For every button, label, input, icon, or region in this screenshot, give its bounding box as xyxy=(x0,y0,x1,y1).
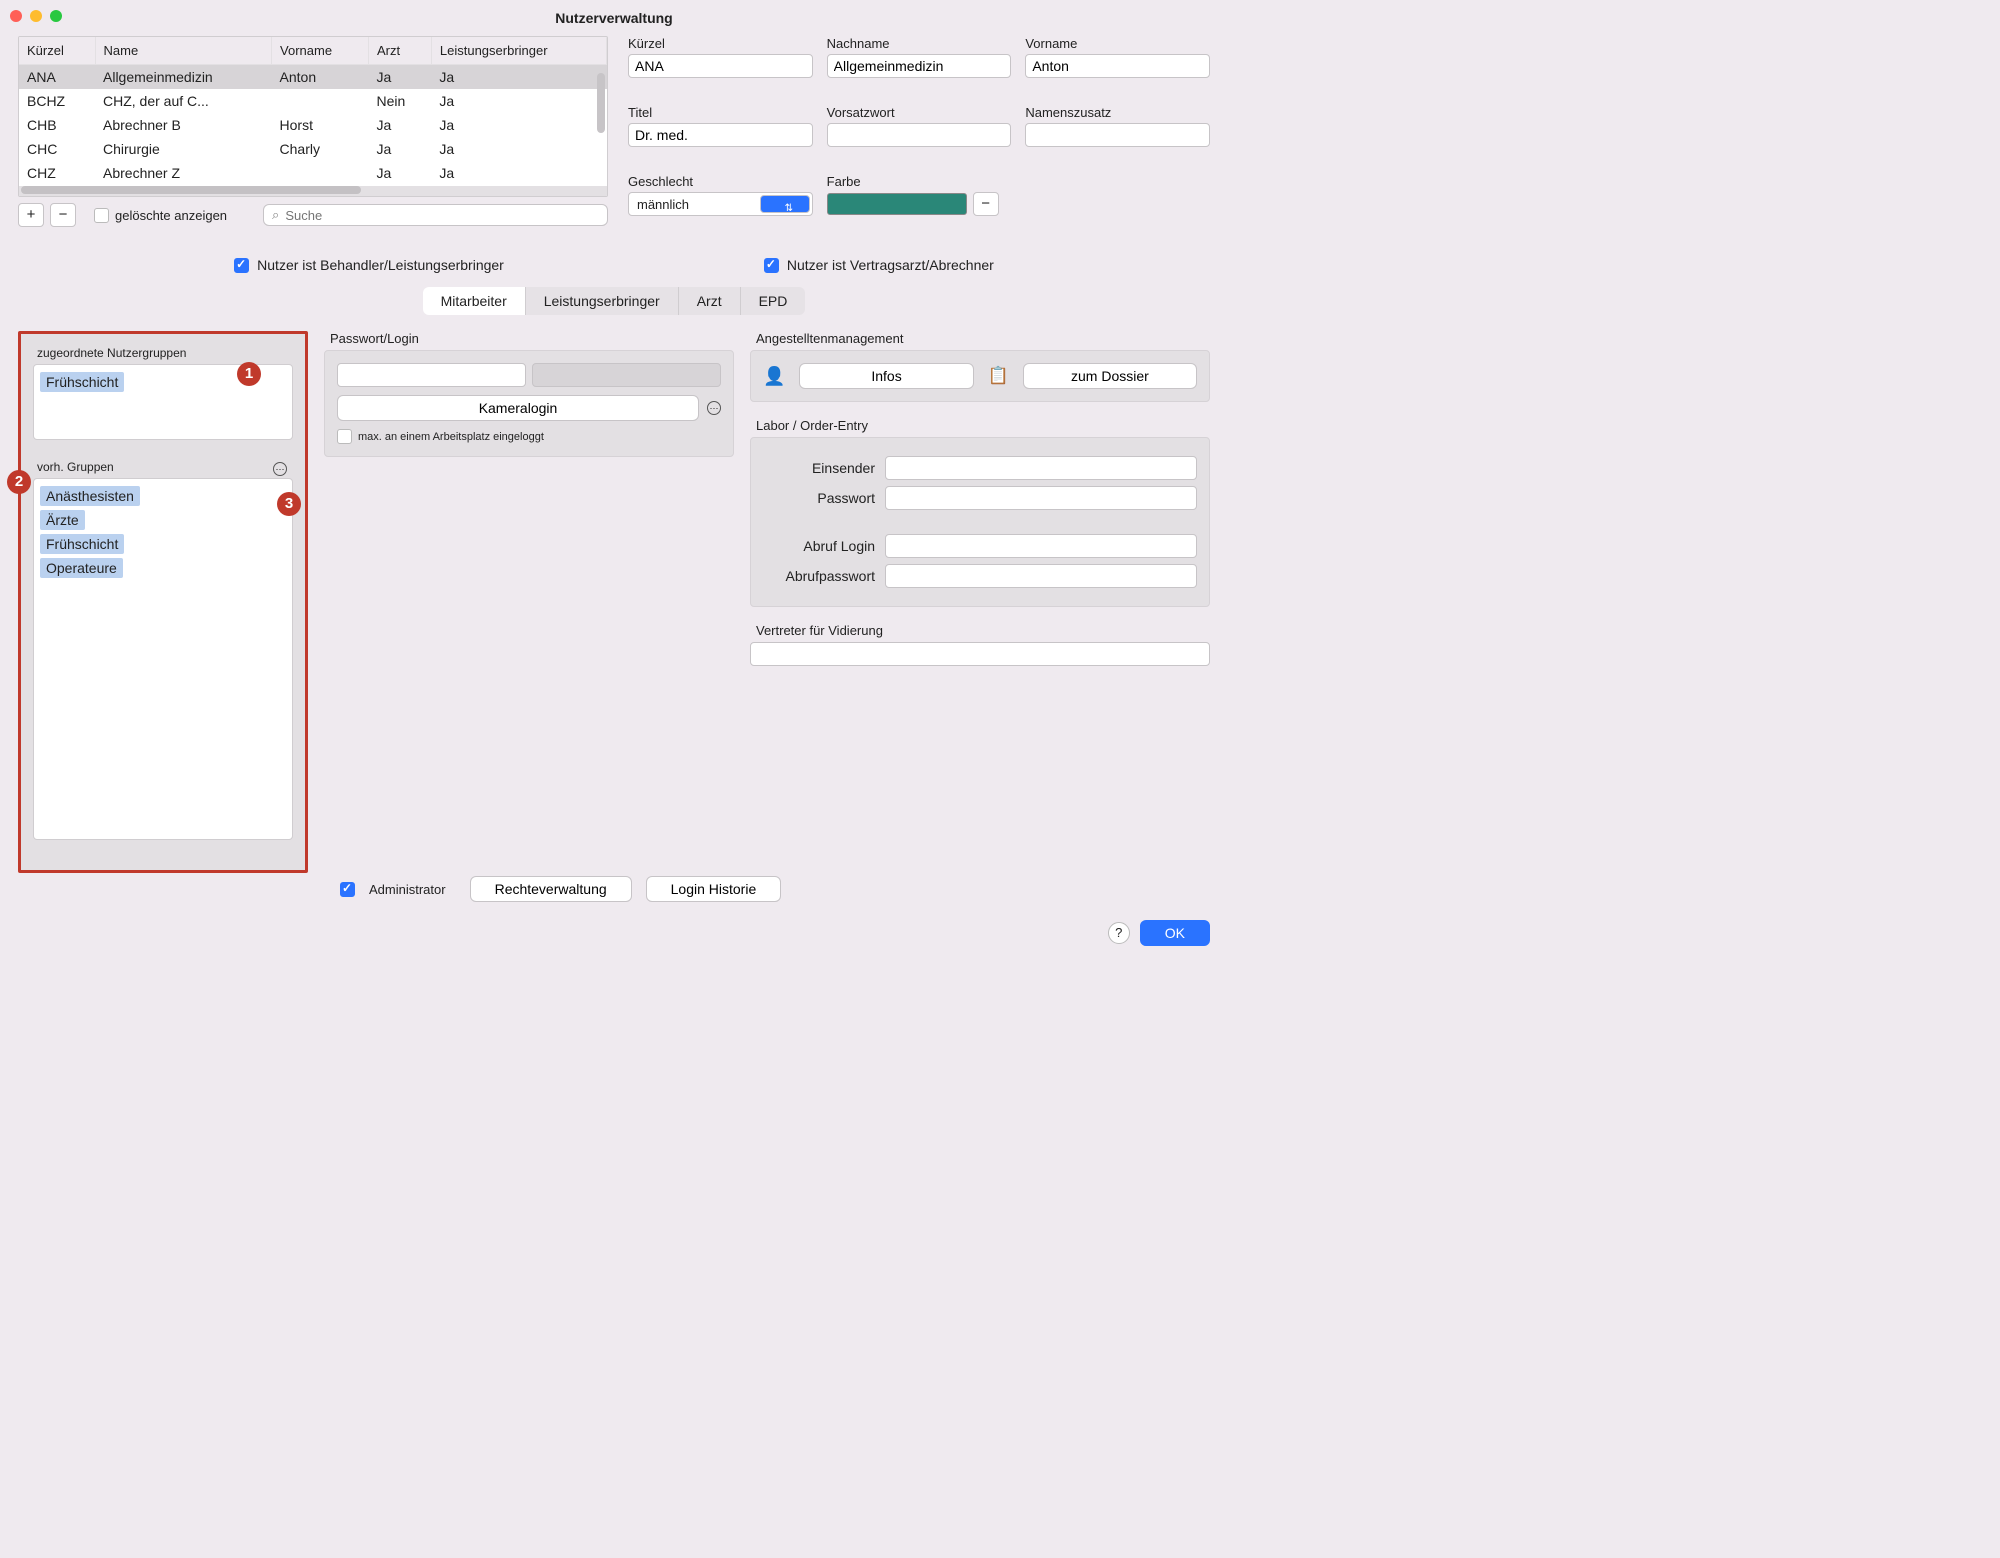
vertragsarzt-checkbox[interactable] xyxy=(764,258,779,273)
max-one-workplace-checkbox[interactable] xyxy=(337,429,352,444)
clipboard-icon: 📋 xyxy=(988,366,1009,386)
tab-arzt[interactable]: Arzt xyxy=(679,287,741,315)
scrollbar-horizontal[interactable] xyxy=(21,186,361,194)
column-header[interactable]: Kürzel xyxy=(19,37,95,65)
kameralogin-more-icon[interactable]: ⋯ xyxy=(707,401,721,415)
callout-1: 1 xyxy=(237,362,261,386)
login-field[interactable] xyxy=(337,363,526,387)
color-swatch[interactable] xyxy=(827,193,967,215)
help-button[interactable]: ? xyxy=(1108,922,1130,944)
callout-2: 2 xyxy=(7,470,31,494)
user-table[interactable]: KürzelNameVornameArztLeistungserbringer … xyxy=(18,36,608,197)
vorsatzwort-field[interactable] xyxy=(827,123,1012,147)
tab-mitarbeiter[interactable]: Mitarbeiter xyxy=(423,287,526,315)
table-row[interactable]: BCHZCHZ, der auf C...NeinJa xyxy=(19,89,607,113)
abruf-login-field[interactable] xyxy=(885,534,1197,558)
table-row[interactable]: ANAAllgemeinmedizinAntonJaJa xyxy=(19,65,607,90)
kameralogin-button[interactable]: Kameralogin xyxy=(337,395,699,421)
minimize-window[interactable] xyxy=(30,10,42,22)
geschlecht-picker[interactable]: männlich ⇅ xyxy=(628,192,813,216)
table-row[interactable]: CHBAbrechner BHorstJaJa xyxy=(19,113,607,137)
kuerzel-field[interactable] xyxy=(628,54,813,78)
show-deleted-label: gelöschte anzeigen xyxy=(115,208,227,223)
column-header[interactable]: Leistungserbringer xyxy=(431,37,606,65)
vertreter-field[interactable] xyxy=(750,642,1210,666)
table-row[interactable]: CHZAbrechner ZJaJa xyxy=(19,161,607,185)
column-header[interactable]: Name xyxy=(95,37,272,65)
namenszusatz-field[interactable] xyxy=(1025,123,1210,147)
chevron-updown-icon: ⇅ xyxy=(760,195,810,213)
administrator-checkbox[interactable] xyxy=(340,882,355,897)
remove-color-button[interactable]: − xyxy=(973,192,999,216)
group-item[interactable]: Frühschicht xyxy=(40,372,124,392)
nachname-field[interactable] xyxy=(827,54,1012,78)
labor-passwort-field[interactable] xyxy=(885,486,1197,510)
einsender-field[interactable] xyxy=(885,456,1197,480)
password-field[interactable] xyxy=(532,363,721,387)
ok-button[interactable]: OK xyxy=(1140,920,1210,946)
tab-leistungserbringer[interactable]: Leistungserbringer xyxy=(526,287,679,315)
available-groups-list[interactable]: Anästhesisten Ärzte Frühschicht Operateure xyxy=(33,478,293,840)
scrollbar-vertical[interactable] xyxy=(597,73,605,133)
group-item[interactable]: Ärzte xyxy=(40,510,85,530)
remove-user-button[interactable]: − xyxy=(50,203,76,227)
infos-button[interactable]: Infos xyxy=(799,363,973,389)
login-historie-button[interactable]: Login Historie xyxy=(646,876,782,902)
table-row[interactable]: CHCChirurgieCharlyJaJa xyxy=(19,137,607,161)
column-header[interactable]: Arzt xyxy=(368,37,431,65)
zum-dossier-button[interactable]: zum Dossier xyxy=(1023,363,1197,389)
assigned-groups-label: zugeordnete Nutzergruppen xyxy=(37,346,293,360)
window-title: Nutzerverwaltung xyxy=(0,0,1228,36)
group-item[interactable]: Operateure xyxy=(40,558,123,578)
group-item[interactable]: Anästhesisten xyxy=(40,486,140,506)
tab-bar: MitarbeiterLeistungserbringerArztEPD xyxy=(423,287,806,315)
person-icon: 👤 xyxy=(763,366,785,387)
titel-field[interactable] xyxy=(628,123,813,147)
search-icon: ⌕ xyxy=(272,207,279,223)
search-input[interactable] xyxy=(285,208,599,223)
vorname-field[interactable] xyxy=(1025,54,1210,78)
column-header[interactable]: Vorname xyxy=(272,37,369,65)
abruf-passwort-field[interactable] xyxy=(885,564,1197,588)
maximize-window[interactable] xyxy=(50,10,62,22)
ellipsis-icon[interactable]: ⋯ xyxy=(273,462,287,476)
angestellten-legend: Angestelltenmanagement xyxy=(756,331,1210,346)
group-item[interactable]: Frühschicht xyxy=(40,534,124,554)
callout-3: 3 xyxy=(277,492,301,516)
close-window[interactable] xyxy=(10,10,22,22)
behandler-checkbox[interactable] xyxy=(234,258,249,273)
labor-legend: Labor / Order-Entry xyxy=(756,418,1210,433)
tab-epd[interactable]: EPD xyxy=(741,287,806,315)
password-legend: Passwort/Login xyxy=(330,331,734,346)
add-user-button[interactable]: + xyxy=(18,203,44,227)
rechteverwaltung-button[interactable]: Rechteverwaltung xyxy=(470,876,632,902)
available-groups-label: vorh. Gruppen xyxy=(37,460,293,474)
administrator-label: Administrator xyxy=(369,882,446,897)
vertreter-legend: Vertreter für Vidierung xyxy=(756,623,1210,638)
show-deleted-checkbox[interactable] xyxy=(94,208,109,223)
